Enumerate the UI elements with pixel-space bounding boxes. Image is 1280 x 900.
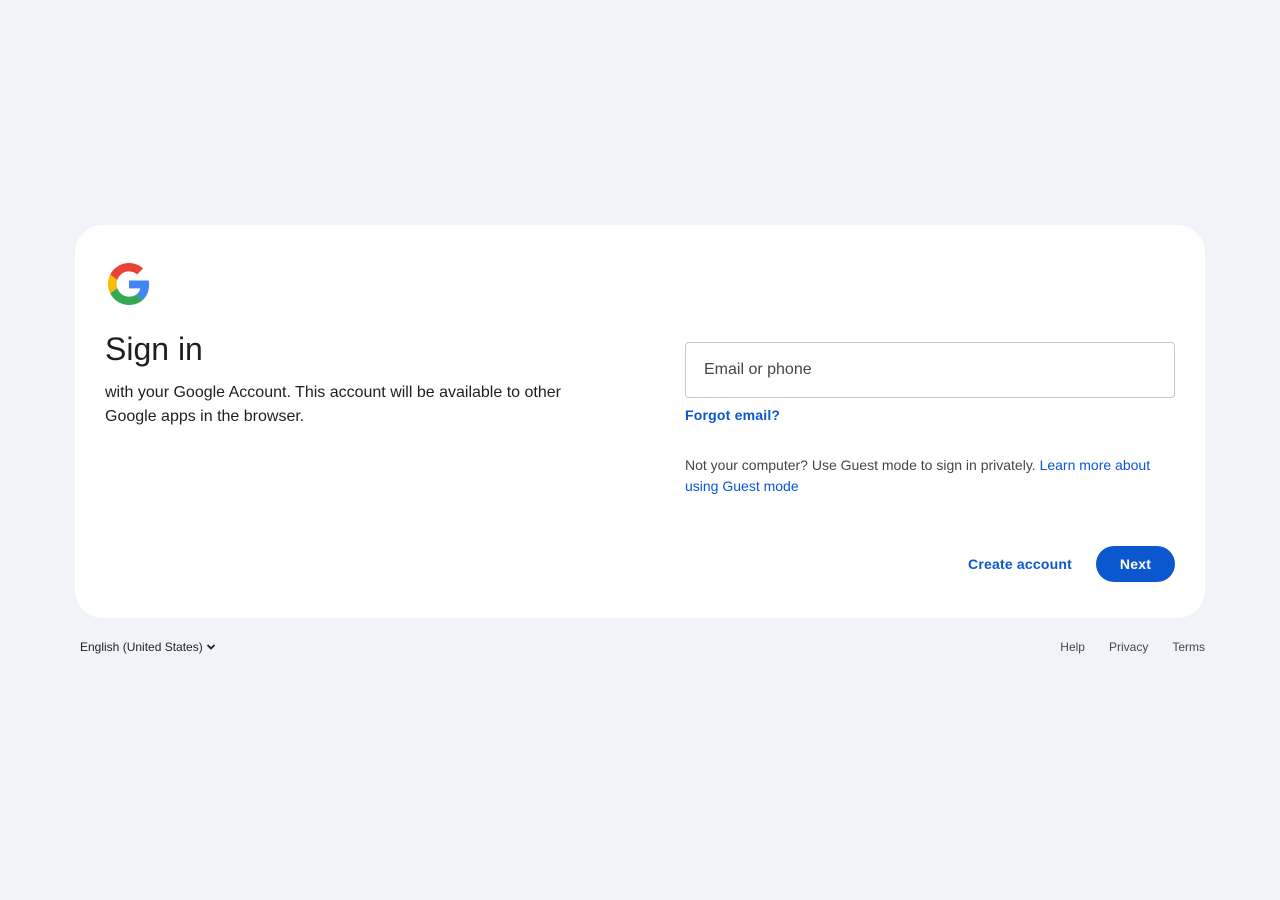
chevron-down-icon [206, 642, 216, 652]
page-title: Sign in [105, 331, 203, 367]
language-selector[interactable]: English (United States) [80, 637, 216, 657]
google-logo-icon [108, 263, 150, 305]
signin-card: Sign in with your Google Account. This a… [75, 225, 1205, 618]
forgot-email-link[interactable]: Forgot email? [685, 406, 780, 424]
create-account-button[interactable]: Create account [956, 546, 1084, 582]
signin-subtitle: with your Google Account. This account w… [105, 384, 561, 425]
email-field-container[interactable] [685, 342, 1175, 398]
privacy-link[interactable]: Privacy [1109, 637, 1148, 657]
email-input[interactable] [686, 343, 1174, 397]
terms-link[interactable]: Terms [1172, 637, 1205, 657]
next-button[interactable]: Next [1096, 546, 1175, 582]
footer-links: Help Privacy Terms [1036, 637, 1205, 657]
language-selector-label: English (United States) [80, 640, 203, 654]
guest-mode-notice: Not your computer? Use Guest mode to sig… [685, 455, 1175, 497]
page: Sign in with your Google Account. This a… [0, 0, 1280, 900]
help-link[interactable]: Help [1060, 637, 1085, 657]
guest-mode-text: Not your computer? Use Guest mode to sig… [685, 457, 1040, 473]
footer: English (United States) Help Privacy Ter… [80, 637, 1205, 657]
signin-actions: Create account Next [956, 546, 1175, 582]
